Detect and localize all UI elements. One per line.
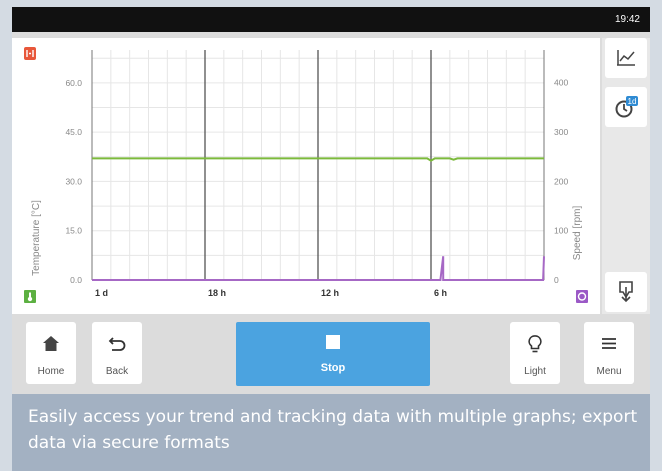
menu-button[interactable]: Menu xyxy=(584,322,634,384)
chart-major-lines xyxy=(204,50,432,280)
speed-icon[interactable] xyxy=(576,290,588,303)
light-button[interactable]: Light xyxy=(510,322,560,384)
lightbulb-icon xyxy=(510,334,560,354)
home-button[interactable]: Home xyxy=(26,322,76,384)
back-button[interactable]: Back xyxy=(92,322,142,384)
timerange-button[interactable]: 1d xyxy=(605,87,647,127)
status-bar: 19:42 xyxy=(12,7,650,32)
caption-text: Easily access your trend and tracking da… xyxy=(28,407,638,453)
x-tick-label: 1 d xyxy=(95,288,108,298)
x-tick-label: 6 h xyxy=(434,288,447,298)
right-axis-label: Speed [rpm] xyxy=(572,206,583,261)
bottom-nav-bar: Home Back Stop Light Menu xyxy=(12,316,650,394)
menu-label: Menu xyxy=(596,366,622,377)
x-axis-ticks: 1 d 18 h 12 h 6 h xyxy=(95,288,447,298)
stop-label: Stop xyxy=(320,362,346,374)
left-tick-label: 60.0 xyxy=(65,78,82,88)
export-button[interactable] xyxy=(605,272,647,312)
trend-chart[interactable]: 60.0 45.0 30.0 15.0 0.0 400 300 200 100 0 1 d 18 … xyxy=(12,38,600,314)
menu-icon xyxy=(584,334,634,354)
right-axis-ticks: 400 300 200 100 0 xyxy=(554,78,568,285)
left-axis-ticks: 60.0 45.0 30.0 15.0 0.0 xyxy=(65,78,82,285)
chart-side-panel: 1d xyxy=(602,38,650,314)
trend-graph-icon xyxy=(617,50,635,66)
left-axis-label: Temperature [°C] xyxy=(31,200,42,276)
light-label: Light xyxy=(524,366,546,377)
left-tick-label: 30.0 xyxy=(65,176,82,186)
screen: 19:42 60.0 45.0 30.0 15.0 0.0 400 300 200 100 0 … xyxy=(0,0,662,471)
right-tick-label: 400 xyxy=(554,78,568,88)
left-tick-label: 15.0 xyxy=(65,226,82,236)
home-icon xyxy=(26,334,76,354)
right-tick-label: 300 xyxy=(554,127,568,137)
left-tick-label: 45.0 xyxy=(65,127,82,137)
back-icon xyxy=(92,334,142,354)
back-label: Back xyxy=(105,366,129,377)
right-tick-label: 100 xyxy=(554,226,568,236)
x-tick-label: 12 h xyxy=(321,288,339,298)
temperature-icon[interactable] xyxy=(24,290,36,303)
clock-icon: 1d xyxy=(615,96,638,118)
trend-graph-button[interactable] xyxy=(605,38,647,78)
x-tick-label: 18 h xyxy=(208,288,226,298)
status-time: 19:42 xyxy=(614,14,640,25)
device-display: 19:42 60.0 45.0 30.0 15.0 0.0 400 300 200 100 0 … xyxy=(12,7,650,394)
right-tick-label: 200 xyxy=(554,176,568,186)
export-download-icon xyxy=(619,281,633,303)
caption-banner: Easily access your trend and tracking da… xyxy=(12,394,650,471)
left-tick-label: 0.0 xyxy=(70,275,82,285)
stop-button[interactable]: Stop xyxy=(236,322,430,386)
stop-icon xyxy=(326,335,340,349)
alarm-icon[interactable] xyxy=(24,47,36,60)
right-tick-label: 0 xyxy=(554,275,559,285)
trend-chart-panel[interactable]: 60.0 45.0 30.0 15.0 0.0 400 300 200 100 0 1 d 18 … xyxy=(12,38,600,314)
home-label: Home xyxy=(37,366,65,377)
timerange-badge: 1d xyxy=(628,97,637,106)
